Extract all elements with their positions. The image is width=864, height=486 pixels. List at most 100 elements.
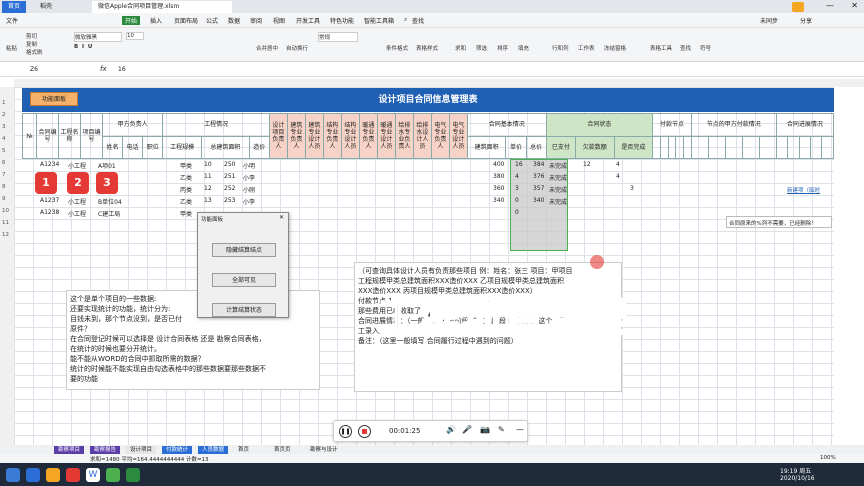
- font-size-select[interactable]: 10: [126, 32, 144, 40]
- row-number[interactable]: 6: [2, 157, 9, 169]
- cell-total[interactable]: 340: [493, 197, 504, 204]
- row-number[interactable]: 3: [2, 121, 9, 133]
- collapse-icon[interactable]: —: [516, 425, 524, 434]
- cell-code[interactable]: B单位04: [98, 197, 122, 206]
- paste-button[interactable]: 粘贴: [6, 44, 17, 52]
- cell-done[interactable]: 未完成: [549, 173, 567, 182]
- menu-insert[interactable]: 插入: [150, 16, 162, 25]
- excel-icon[interactable]: [126, 468, 140, 482]
- sheet-tab[interactable]: 勘察与设计: [306, 446, 342, 454]
- start-icon[interactable]: [6, 468, 20, 482]
- cell-cost[interactable]: 252: [224, 185, 235, 192]
- cell-paid[interactable]: 3: [515, 185, 519, 192]
- cell-area[interactable]: 12: [204, 185, 212, 192]
- cell-code[interactable]: C建工局: [98, 209, 120, 218]
- formula-input[interactable]: 16: [118, 66, 126, 73]
- row-number[interactable]: 5: [2, 145, 9, 157]
- cell-owed[interactable]: 376: [533, 173, 544, 180]
- cell-done[interactable]: 未完成: [549, 161, 567, 170]
- format-painter-button[interactable]: 格式刷: [26, 48, 43, 56]
- tab-file[interactable]: 微信Apple合同项目管理.xlsm: [92, 1, 232, 13]
- cell-n2[interactable]: 4: [616, 161, 620, 168]
- cell-total[interactable]: 360: [493, 185, 504, 192]
- row-number[interactable]: 1: [2, 97, 9, 109]
- row-number[interactable]: 10: [2, 205, 9, 217]
- cell-lead[interactable]: 小李: [243, 173, 255, 182]
- number-format-select[interactable]: 常规: [318, 32, 358, 42]
- cell-name[interactable]: 小工程: [68, 161, 86, 170]
- cell-lead[interactable]: 小李: [243, 197, 255, 206]
- sheet-tab[interactable]: 首页: [234, 446, 254, 454]
- stop-icon[interactable]: [358, 425, 371, 438]
- sheet-tab[interactable]: 首页页: [270, 446, 295, 454]
- row-number[interactable]: 2: [2, 109, 9, 121]
- font-select[interactable]: 微软雅黑: [74, 32, 122, 42]
- menu-review[interactable]: 审阅: [250, 16, 262, 25]
- cell-scale[interactable]: 甲类: [180, 161, 192, 170]
- menu-file[interactable]: 文件: [6, 16, 18, 25]
- calc-status-button[interactable]: 计算结算状态: [212, 303, 276, 317]
- menu-share[interactable]: 分享: [800, 16, 812, 25]
- fx-icon[interactable]: fx: [100, 65, 107, 73]
- pen-icon[interactable]: ✎: [498, 425, 505, 434]
- folder-icon[interactable]: [46, 468, 60, 482]
- cell-owed[interactable]: 340: [533, 197, 544, 204]
- cell-lead[interactable]: 小明: [243, 161, 255, 170]
- menu-special[interactable]: 特色功能: [330, 16, 354, 25]
- cell-scale[interactable]: 甲类: [180, 209, 192, 218]
- cell-scale[interactable]: 乙类: [180, 197, 192, 206]
- camera-icon[interactable]: 📷: [480, 425, 490, 434]
- menu-layout[interactable]: 页面布局: [174, 16, 198, 25]
- sum-button[interactable]: 求和: [455, 44, 466, 52]
- cell-owed[interactable]: 357: [533, 185, 544, 192]
- sheet-tab[interactable]: 勘察报告: [90, 446, 121, 454]
- hide-nodes-button[interactable]: 隐藏结算结点: [212, 243, 276, 257]
- cell-n3[interactable]: 3: [630, 185, 634, 192]
- cell-id[interactable]: A1237: [40, 197, 59, 204]
- new-item-link[interactable]: 新建项（临时: [787, 186, 820, 194]
- app-icon[interactable]: [66, 468, 80, 482]
- cell-n2[interactable]: 4: [616, 173, 620, 180]
- cut-button[interactable]: 剪切: [26, 32, 37, 40]
- volume-icon[interactable]: 🔊: [446, 425, 456, 434]
- row-number[interactable]: 8: [2, 181, 9, 193]
- menu-unsync[interactable]: 未同步: [760, 16, 778, 25]
- cell-paid[interactable]: 4: [515, 173, 519, 180]
- table-style-button[interactable]: 表格样式: [416, 44, 438, 52]
- row-number[interactable]: 9: [2, 193, 9, 205]
- cell-id[interactable]: A1238: [40, 209, 59, 216]
- sheet-tab[interactable]: 人员数据: [198, 446, 229, 454]
- cell-paid[interactable]: 16: [515, 161, 523, 168]
- menu-smart[interactable]: 智能工具箱: [364, 16, 394, 25]
- menu-search[interactable]: 查找: [412, 16, 424, 25]
- user-avatar[interactable]: [792, 2, 804, 12]
- dialog-close-icon[interactable]: ✕: [279, 214, 284, 221]
- conditional-format-button[interactable]: 条件格式: [386, 44, 408, 52]
- worksheet-button[interactable]: 工作表: [578, 44, 595, 52]
- sheet-tab[interactable]: 勘察项目: [54, 446, 85, 454]
- cell-n1[interactable]: 12: [583, 161, 591, 168]
- wrap-button[interactable]: 自动换行: [286, 44, 308, 52]
- menu-formula[interactable]: 公式: [206, 16, 218, 25]
- cell-id[interactable]: A1234: [40, 161, 59, 168]
- symbol-button[interactable]: 符号: [700, 44, 711, 52]
- menu-start[interactable]: 开始: [122, 16, 141, 25]
- filter-button[interactable]: 筛选: [476, 44, 487, 52]
- freeze-button[interactable]: 冻结窗格: [604, 44, 626, 52]
- cell-owed[interactable]: 384: [533, 161, 544, 168]
- menu-dev[interactable]: 开发工具: [296, 16, 320, 25]
- cell-paid[interactable]: 0: [515, 197, 519, 204]
- cell-name[interactable]: 小工程: [68, 197, 86, 206]
- function-panel-button[interactable]: 功能面板: [30, 92, 78, 106]
- close-icon[interactable]: ✕: [851, 1, 858, 10]
- cell-cost[interactable]: 251: [224, 173, 235, 180]
- cell-area[interactable]: 10: [204, 161, 212, 168]
- row-number[interactable]: 11: [2, 217, 9, 229]
- browser-icon[interactable]: [26, 468, 40, 482]
- sheet-tab[interactable]: 设计项目: [126, 446, 157, 454]
- tab-daoke[interactable]: 稻壳: [34, 1, 58, 13]
- cell-lead[interactable]: 小刚: [243, 185, 255, 194]
- cell-done[interactable]: 未完成: [549, 197, 567, 206]
- tab-home[interactable]: 首页: [2, 1, 27, 13]
- cell-done[interactable]: 未完成: [549, 185, 567, 194]
